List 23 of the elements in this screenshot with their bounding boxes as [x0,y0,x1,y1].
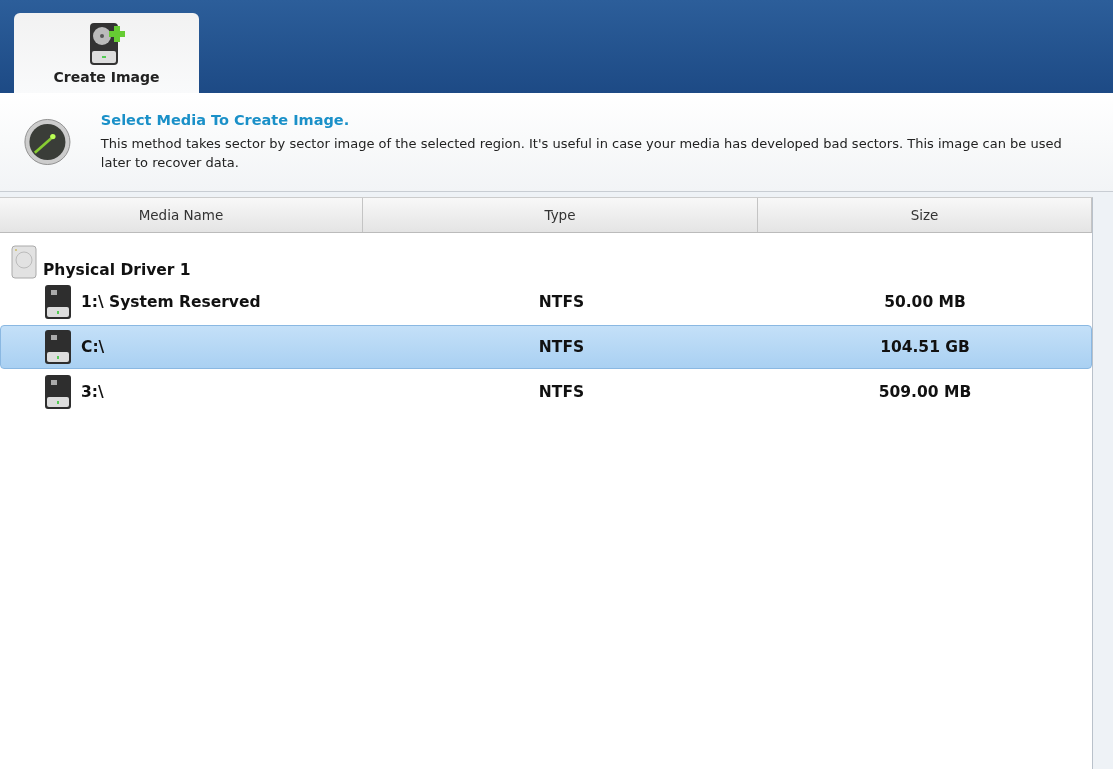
drive-icon [44,329,72,365]
partition-name: C:\ [81,338,105,356]
drive-group-name[interactable]: Physical Driver 1 [43,261,191,279]
drive-icon [44,374,72,410]
partition-row[interactable]: 1:\ System Reserved NTFS 50.00 MB [0,280,1092,324]
radar-icon [24,116,71,168]
header-description: This method takes sector by sector image of the selected region. It's useful in case your media has developed bad sectors. This image can be used later to recover data. [100,135,1063,172]
partition-size: 104.51 GB [880,338,970,356]
partition-type: NTFS [538,338,585,356]
partition-type: NTFS [538,383,585,401]
partition-type: NTFS [538,293,585,311]
create-image-tab[interactable]: Create Image [14,13,199,93]
partition-name: 3:\ [81,383,104,401]
header-title: Select Media To Create Image. [100,112,351,128]
partition-row[interactable]: C:\ NTFS 104.51 GB [0,325,1092,369]
partition-size: 50.00 MB [884,293,966,311]
drive-icon [44,284,72,320]
partition-name: 1:\ System Reserved [81,293,261,311]
partition-size: 509.00 MB [878,383,972,401]
column-header[interactable]: Media Name [0,198,363,232]
partition-row[interactable]: 3:\ NTFS 509.00 MB [0,370,1092,414]
column-header[interactable]: Type [363,198,758,232]
column-header[interactable]: Size [758,198,1092,232]
